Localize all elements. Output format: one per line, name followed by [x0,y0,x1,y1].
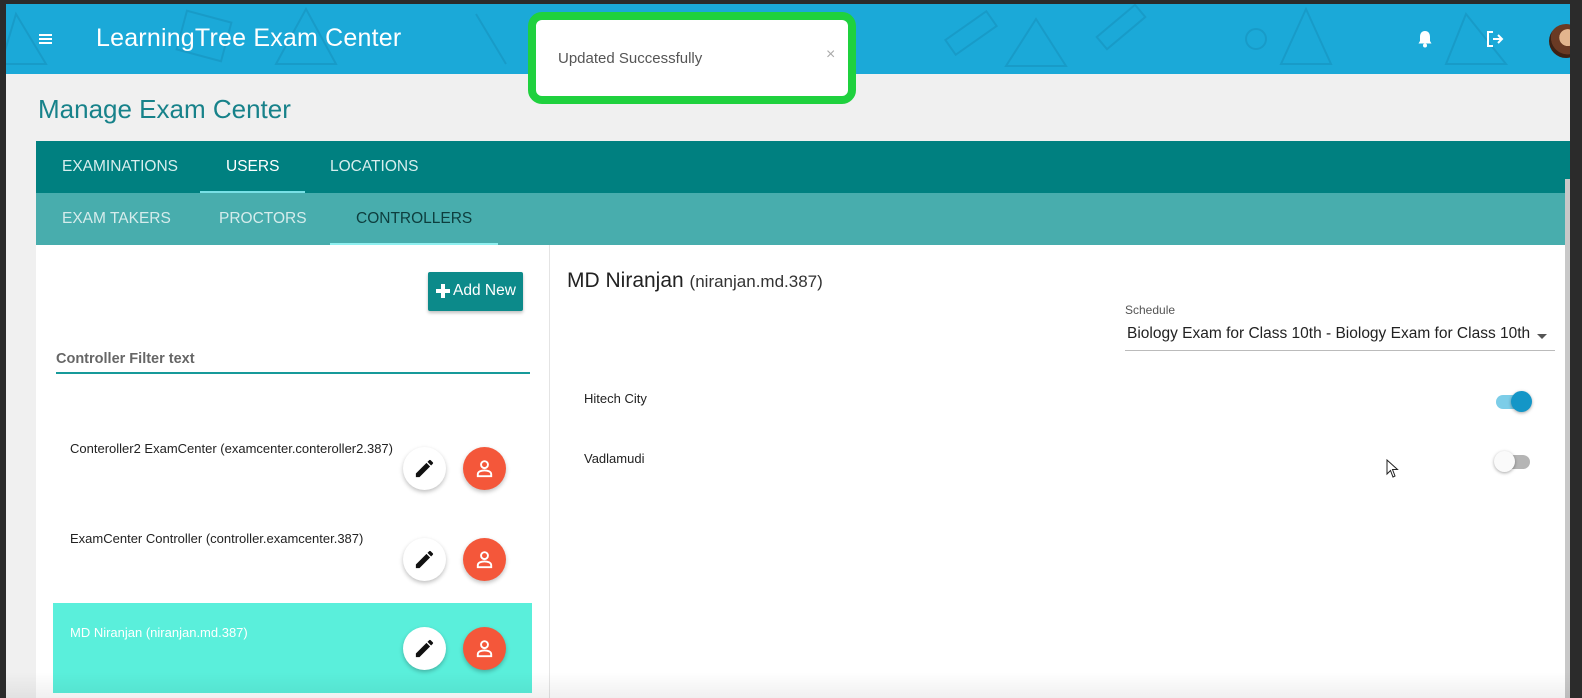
user-button[interactable] [463,538,506,581]
location-toggle-hitech-city[interactable] [1494,391,1532,412]
app-title: LearningTree Exam Center [96,24,402,52]
list-item[interactable]: Conteroller2 ExamCenter (examcenter.cont… [53,429,532,519]
scrollbar[interactable] [1565,179,1570,698]
toast-close-icon[interactable]: × [826,46,835,64]
controller-username: (niranjan.md.387) [689,272,823,291]
bell-icon[interactable] [1414,28,1436,50]
page-title: Manage Exam Center [38,94,291,124]
schedule-label: Schedule [1125,303,1176,317]
edit-button[interactable] [403,447,446,490]
location-toggle-vadlamudi[interactable] [1494,451,1532,472]
user-button[interactable] [463,447,506,490]
tab-users[interactable]: USERS [199,141,307,193]
secondary-tab-bar: EXAM TAKERS PROCTORS CONTROLLERS [36,193,1570,245]
tab-exam-takers[interactable]: EXAM TAKERS [62,193,171,245]
location-label: Hitech City [584,391,647,406]
edit-button[interactable] [403,538,446,581]
primary-tab-bar: EXAMINATIONS USERS LOCATIONS [36,141,1570,193]
toggle-knob [1494,451,1515,472]
controller-filter-input[interactable]: Controller Filter text [56,351,195,367]
toast-message: Updated Successfully [558,50,703,67]
schedule-select[interactable]: Biology Exam for Class 10th - Biology Ex… [1127,325,1530,343]
bottom-shade [6,672,1570,698]
tab-proctors[interactable]: PROCTORS [219,193,307,245]
person-icon [476,460,493,478]
user-button[interactable] [463,627,506,670]
pencil-icon [415,459,434,478]
pencil-icon [415,639,434,658]
toggle-knob [1511,391,1532,412]
schedule-underline [1125,350,1555,351]
controller-heading: MD Niranjan (niranjan.md.387) [567,269,823,293]
pencil-icon [415,550,434,569]
app-window: LearningTree Exam Center Updated Success… [6,4,1570,698]
tab-locations[interactable]: LOCATIONS [330,141,418,193]
logout-icon[interactable] [1484,28,1506,50]
controller-name: MD Niranjan (niranjan.md.387) [70,625,248,640]
tab-examinations[interactable]: EXAMINATIONS [62,141,178,193]
filter-underline [56,372,530,374]
person-icon [476,640,493,658]
add-new-button[interactable]: Add New [428,272,523,311]
chevron-down-icon[interactable] [1537,334,1547,339]
tab-controllers[interactable]: CONTROLLERS [329,193,499,245]
edit-button[interactable] [403,627,446,670]
controller-full-name: MD Niranjan [567,269,684,292]
person-icon [476,551,493,569]
controller-detail-panel: MD Niranjan (niranjan.md.387) Schedule B… [550,245,1570,698]
location-label: Vadlamudi [584,451,645,466]
controller-name: ExamCenter Controller (controller.examce… [70,531,364,546]
plus-icon [436,284,450,298]
mouse-pointer-icon [1386,459,1399,478]
add-new-label: Add New [453,282,516,299]
controllers-list-panel: Add New Controller Filter text Conteroll… [36,245,550,698]
controller-name: Conteroller2 ExamCenter (examcenter.cont… [70,441,393,456]
list-item[interactable]: ExamCenter Controller (controller.examce… [53,519,532,609]
menu-icon[interactable] [32,26,58,52]
success-toast: Updated Successfully × [528,12,856,104]
